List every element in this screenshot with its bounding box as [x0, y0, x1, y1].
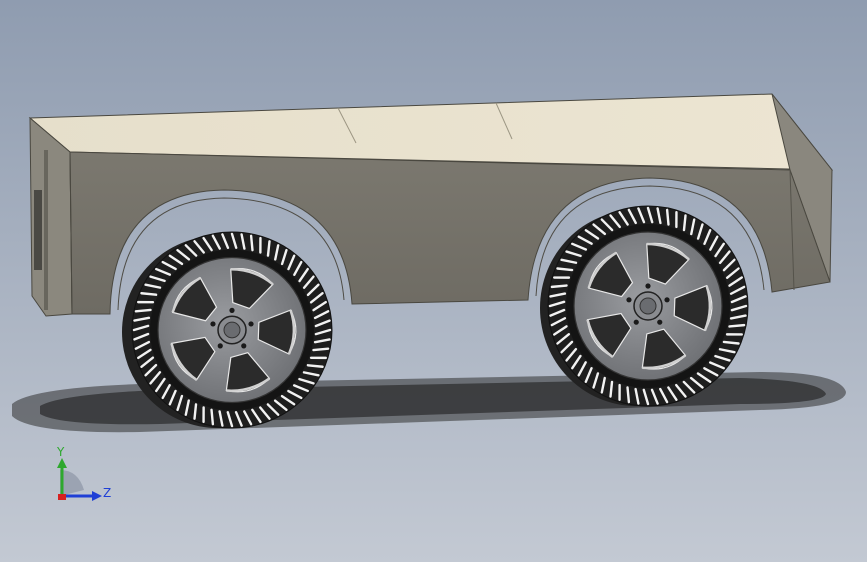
x-axis-stub	[58, 494, 66, 500]
3d-viewport[interactable]: Y Z	[0, 0, 867, 562]
cad-scene[interactable]: Y Z	[0, 0, 867, 562]
z-axis-label: Z	[103, 486, 111, 500]
rear-wheel[interactable]	[540, 205, 749, 407]
front-wheel[interactable]	[122, 231, 333, 429]
y-axis-label: Y	[56, 445, 65, 459]
